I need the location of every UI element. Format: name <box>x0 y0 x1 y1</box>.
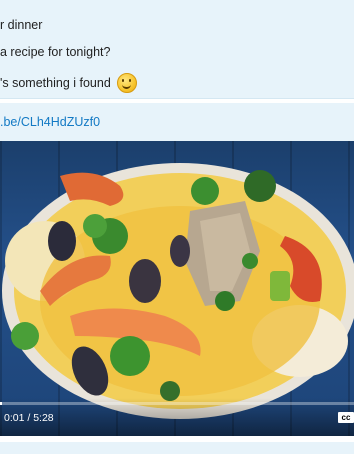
message-line-3-text: 's something i found <box>0 76 111 90</box>
message-line-3: 's something i found <box>0 73 137 93</box>
time-display: 0:01 / 5:28 <box>4 412 54 424</box>
progress-fill <box>0 402 2 405</box>
link-bubble: .be/CLh4HdZUzf0 <box>0 103 354 141</box>
message-line-1: r dinner <box>0 18 43 32</box>
smiling-face-icon <box>116 73 137 93</box>
video-frame-food-image <box>2 163 354 419</box>
closed-captions-button[interactable]: cc <box>338 412 354 423</box>
message-line-2: a recipe for tonight? <box>0 45 111 59</box>
progress-bar[interactable] <box>0 402 354 405</box>
video-controls: 0:01 / 5:28 cc <box>0 398 354 436</box>
video-link[interactable]: .be/CLh4HdZUzf0 <box>0 115 100 129</box>
video-player[interactable]: 0:01 / 5:28 cc <box>0 141 354 436</box>
message-footer <box>0 436 354 460</box>
message-bubble: r dinner a recipe for tonight? 's someth… <box>0 0 354 99</box>
next-bubble-edge <box>0 442 354 454</box>
